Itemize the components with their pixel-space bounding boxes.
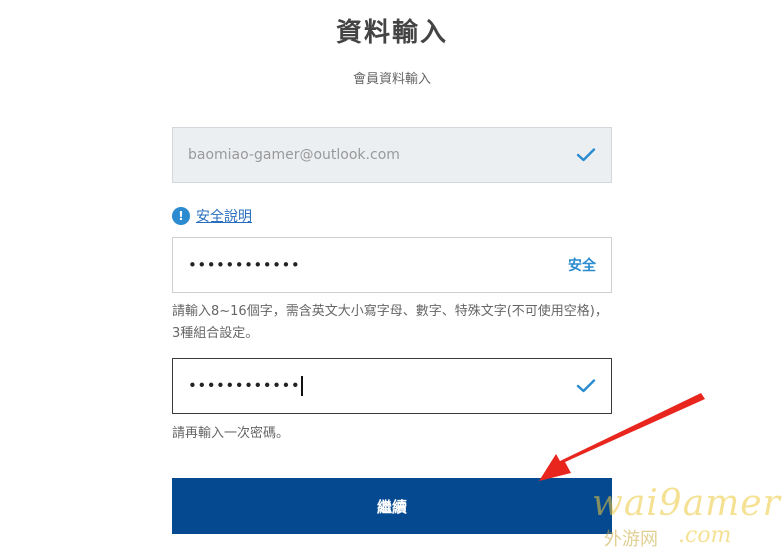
check-icon <box>576 376 596 396</box>
email-value: baomiao-gamer@outlook.com <box>188 147 400 163</box>
security-info: ! 安全說明 <box>172 206 252 226</box>
password-hint: 請輸入8~16個字，需含英文大小寫字母、數字、特殊文字(不可使用空格)，3種組合… <box>172 304 608 341</box>
confirm-password-field[interactable]: •••••••••••• <box>172 358 612 414</box>
check-icon <box>576 145 596 165</box>
watermark-logo: wai9amer 外游网 .com <box>592 483 781 557</box>
confirm-password-value-wrap: •••••••••••• <box>188 376 576 396</box>
email-field: baomiao-gamer@outlook.com <box>172 127 612 183</box>
continue-button[interactable]: 繼續 <box>172 478 612 534</box>
password-value: •••••••••••• <box>188 256 301 274</box>
watermark-com: .com <box>678 523 732 548</box>
password-field[interactable]: •••••••••••• 安全 <box>172 237 612 293</box>
password-strength-label: 安全 <box>568 258 596 274</box>
confirm-password-value: •••••••••••• <box>188 376 301 395</box>
page-subtitle: 會員資料輸入 <box>352 72 431 87</box>
info-icon: ! <box>172 207 190 225</box>
watermark-sub: 外游网 <box>604 529 658 550</box>
confirm-hint: 請再輸入一次密碼。 <box>172 426 290 441</box>
page-title: 資料輸入 <box>335 18 448 48</box>
text-caret <box>301 376 303 396</box>
watermark-main: wai9amer <box>592 483 781 524</box>
security-info-link[interactable]: 安全說明 <box>196 206 252 226</box>
